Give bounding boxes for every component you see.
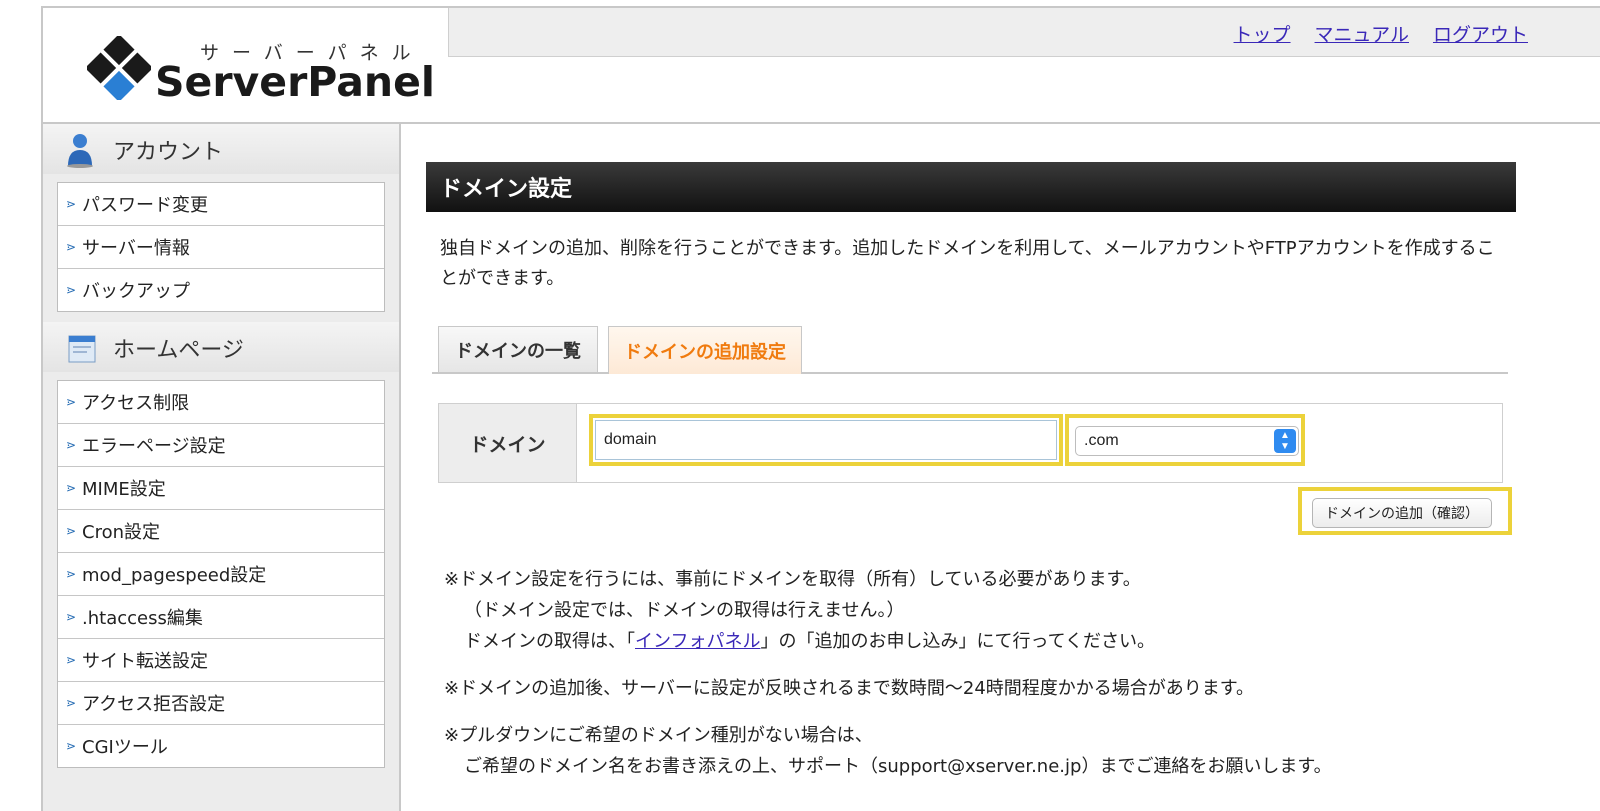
tld-select-value: .com: [1084, 432, 1119, 449]
arrow-icon: ⋗: [66, 197, 77, 211]
sidebar-section-title: ホームページ: [113, 338, 244, 363]
sidebar-item-password-change[interactable]: ⋗ パスワード変更: [58, 183, 384, 226]
note-1-line-3-pre: ドメインの取得は、「: [464, 631, 635, 652]
logo-mark-icon: [87, 36, 151, 100]
arrow-icon: ⋗: [66, 739, 77, 753]
note-3-line-2: ご希望のドメイン名をお書き添えの上、サポート（support@xserver.n…: [464, 756, 1332, 777]
arrow-icon: ⋗: [66, 610, 77, 624]
nav-logout-link[interactable]: ログアウト: [1433, 20, 1528, 47]
arrow-icon: ⋗: [66, 240, 77, 254]
add-domain-confirm-button[interactable]: ドメインの追加（確認）: [1312, 498, 1492, 528]
sidebar-item-access-restriction[interactable]: ⋗ アクセス制限: [58, 381, 384, 424]
page-description: 独自ドメインの追加、削除を行うことができます。追加したドメインを利用して、メール…: [440, 238, 1495, 289]
tab-bar: ドメインの一覧 ドメインの追加設定: [432, 326, 1508, 374]
nav-manual-link[interactable]: マニュアル: [1315, 20, 1409, 47]
sidebar-list-homepage: ⋗ アクセス制限 ⋗ エラーページ設定 ⋗ MIME設定 ⋗ Cron設定 ⋗ mod_p…: [57, 380, 385, 768]
arrow-icon: ⋗: [66, 567, 77, 581]
tld-select[interactable]: .com ▲ ▼: [1075, 426, 1299, 456]
logo-text: ServerPanel: [155, 58, 435, 106]
sidebar: アカウント ⋗ パスワード変更 ⋗ サーバー情報 ⋗ バックアップ ホームページ ⋗ ア…: [43, 124, 401, 811]
sidebar-section-title: アカウント: [113, 140, 224, 165]
nav-top-link[interactable]: トップ: [1234, 20, 1291, 47]
domain-label: ドメイン: [439, 404, 577, 482]
sidebar-item-access-deny[interactable]: ⋗ アクセス拒否設定: [58, 682, 384, 725]
top-nav: トップ マニュアル ログアウト: [1234, 20, 1528, 47]
arrow-icon: ⋗: [66, 395, 77, 409]
homepage-icon: [68, 335, 96, 363]
logo[interactable]: サーバーパネル ServerPanel: [43, 8, 448, 122]
note-1-line-1: ※ドメイン設定を行うには、事前にドメインを取得（所有）している必要があります。: [444, 569, 1141, 590]
arrow-icon: ⋗: [66, 481, 77, 495]
user-icon: [67, 134, 93, 168]
sidebar-item-server-info[interactable]: ⋗ サーバー情報: [58, 226, 384, 269]
sidebar-item-htaccess[interactable]: ⋗ .htaccess編集: [58, 596, 384, 639]
note-1-line-2: （ドメイン設定では、ドメインの取得は行えません。）: [464, 600, 905, 621]
sidebar-item-backup[interactable]: ⋗ バックアップ: [58, 269, 384, 311]
domain-input[interactable]: [595, 420, 1057, 460]
domain-form: ドメイン .com ▲▼: [438, 403, 1503, 483]
sidebar-section-account: アカウント: [43, 124, 399, 174]
sidebar-item-cgi-tools[interactable]: ⋗ CGIツール: [58, 725, 384, 767]
sidebar-item-mime[interactable]: ⋗ MIME設定: [58, 467, 384, 510]
sidebar-item-cron[interactable]: ⋗ Cron設定: [58, 510, 384, 553]
arrow-icon: ⋗: [66, 653, 77, 667]
sidebar-item-site-redirect[interactable]: ⋗ サイト転送設定: [58, 639, 384, 682]
arrow-icon: ⋗: [66, 438, 77, 452]
sidebar-item-pagespeed[interactable]: ⋗ mod_pagespeed設定: [58, 553, 384, 596]
main-content: ドメイン設定 独自ドメインの追加、削除を行うことができます。追加したドメインを利…: [426, 162, 1516, 777]
arrow-icon: ⋗: [66, 283, 77, 297]
page-title: ドメイン設定: [426, 162, 1516, 212]
tab-domain-add[interactable]: ドメインの追加設定: [608, 326, 802, 374]
sidebar-list-account: ⋗ パスワード変更 ⋗ サーバー情報 ⋗ バックアップ: [57, 182, 385, 312]
arrow-icon: ⋗: [66, 524, 77, 538]
arrow-icon: ⋗: [66, 696, 77, 710]
tab-domain-list[interactable]: ドメインの一覧: [438, 326, 598, 372]
info-panel-link[interactable]: インフォパネル: [635, 631, 760, 652]
notes: ※ドメイン設定を行うには、事前にドメインを取得（所有）している必要があります。 …: [444, 564, 1504, 798]
sidebar-item-error-page[interactable]: ⋗ エラーページ設定: [58, 424, 384, 467]
top-bar: トップ マニュアル ログアウト: [448, 8, 1600, 57]
note-1-line-3-post: 」の「追加のお申し込み」にて行ってください。: [760, 631, 1156, 652]
sidebar-section-homepage: ホームページ: [43, 322, 399, 372]
select-arrows-icon: ▲ ▼: [1274, 429, 1296, 453]
note-2: ※ドメインの追加後、サーバーに設定が反映されるまで数時間〜24時間程度かかる場合…: [444, 678, 1255, 699]
note-3-line-1: ※プルダウンにご希望のドメイン種別がない場合は、: [444, 725, 873, 746]
